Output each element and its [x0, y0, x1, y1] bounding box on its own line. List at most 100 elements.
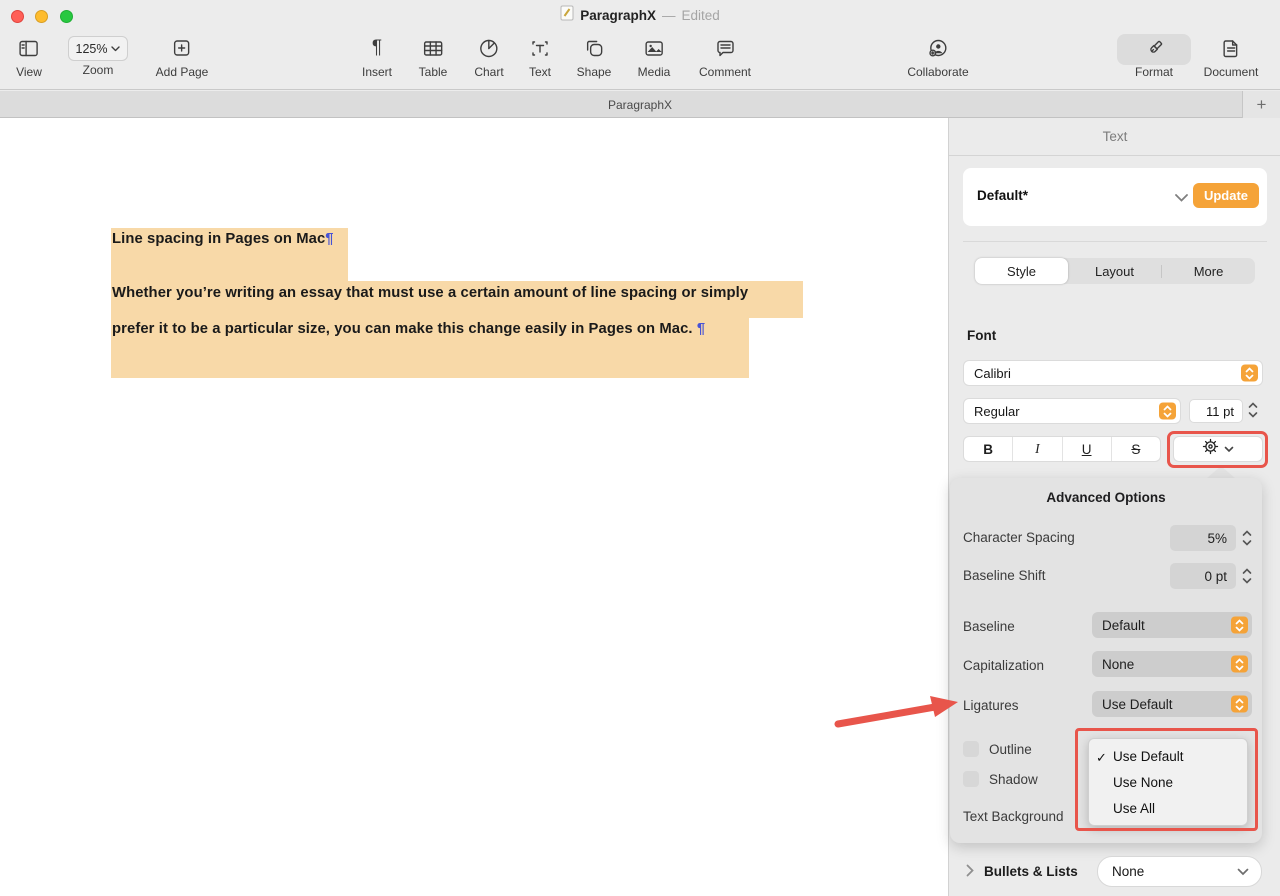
stepper-icon — [1231, 695, 1248, 713]
toolbar-insert-label: Insert — [361, 65, 393, 79]
tab-layout[interactable]: Layout — [1068, 258, 1161, 284]
paragraph-style-card[interactable]: Default* Update — [963, 168, 1267, 226]
font-size-field[interactable]: 11 pt — [1189, 399, 1243, 423]
ligatures-select[interactable]: Use Default — [1092, 691, 1252, 717]
underline-button[interactable]: U — [1063, 437, 1112, 461]
font-section-label: Font — [967, 328, 997, 343]
bold-button[interactable]: B — [964, 437, 1014, 461]
stepper-icon — [1231, 616, 1248, 634]
chevron-down-icon[interactable] — [1175, 189, 1188, 207]
toolbar-document-label: Document — [1203, 65, 1259, 79]
toolbar-format-label: Format — [1134, 65, 1174, 79]
toolbar-media-label: Media — [637, 65, 671, 79]
add-page-icon — [171, 33, 193, 63]
capitalization-label: Capitalization — [963, 658, 1045, 673]
toolbar-zoom-control[interactable]: 125% Zoom — [68, 33, 128, 77]
document-heading-line[interactable]: Line spacing in Pages on Mac¶ — [112, 231, 334, 247]
outline-label: Outline — [989, 742, 1032, 757]
font-family-select[interactable]: Calibri — [963, 360, 1263, 386]
toolbar-text-button[interactable]: Text — [529, 33, 552, 79]
shadow-checkbox[interactable] — [963, 771, 979, 787]
toolbar-media-button[interactable]: Media — [637, 33, 671, 79]
outline-checkbox[interactable] — [963, 741, 979, 757]
toolbar-comment-label: Comment — [698, 65, 752, 79]
update-style-button[interactable]: Update — [1192, 183, 1259, 208]
character-spacing-stepper[interactable] — [1241, 527, 1253, 549]
table-icon — [422, 33, 445, 63]
toolbar-collaborate-label: Collaborate — [907, 65, 969, 79]
popover-title: Advanced Options — [1046, 490, 1166, 505]
character-spacing-field[interactable]: 5% — [1170, 525, 1236, 551]
toolbar-view-label: View — [16, 65, 42, 79]
media-photo-icon — [643, 33, 666, 63]
baseline-shift-stepper[interactable] — [1241, 565, 1253, 587]
shape-icon — [582, 33, 605, 63]
capitalization-select[interactable]: None — [1092, 651, 1252, 677]
insert-pilcrow-icon: ¶ — [371, 37, 383, 58]
disclosure-chevron-icon[interactable] — [966, 864, 974, 882]
sidebar-header-text: Text — [949, 118, 1280, 156]
tab-paragraphx[interactable]: ParagraphX — [0, 91, 1280, 118]
toolbar-collaborate-button[interactable]: Collaborate — [907, 33, 969, 79]
baseline-select[interactable]: Default — [1092, 612, 1252, 638]
edited-status: Edited — [681, 7, 720, 23]
annotation-box-menu — [1075, 728, 1258, 831]
baseline-shift-field[interactable]: 0 pt — [1170, 563, 1236, 589]
toolbar-view-button[interactable]: View — [16, 33, 42, 79]
chevron-down-icon — [111, 45, 121, 51]
ligatures-label: Ligatures — [963, 698, 1019, 713]
text-box-icon — [529, 33, 552, 63]
strikethrough-button[interactable]: S — [1112, 437, 1160, 461]
collaborate-icon — [927, 33, 950, 63]
annotation-box-gear — [1167, 431, 1268, 468]
italic-button[interactable]: I — [1013, 437, 1063, 461]
font-style-buttons: B I U S — [963, 436, 1161, 462]
tab-bar: ParagraphX + — [0, 91, 1280, 118]
toolbar-chart-label: Chart — [474, 65, 504, 79]
window-title-group: ParagraphX — Edited — [0, 0, 1280, 30]
document-file-icon — [560, 5, 574, 26]
toolbar-chart-button[interactable]: Chart — [474, 33, 504, 79]
chevron-down-icon — [1237, 868, 1249, 875]
toolbar-comment-button[interactable]: Comment — [699, 33, 751, 79]
title-separator: — — [662, 7, 676, 23]
toolbar-zoom-label: Zoom — [82, 63, 114, 77]
font-typeface-select[interactable]: Regular — [963, 398, 1181, 424]
format-brush-icon — [1142, 33, 1165, 63]
toolbar-document-button[interactable]: Document — [1203, 33, 1259, 79]
view-icon — [17, 33, 40, 63]
tab-style[interactable]: Style — [975, 258, 1068, 284]
annotation-arrow — [834, 696, 958, 728]
paragraph-style-name: Default* — [977, 188, 1029, 203]
divider — [963, 241, 1267, 242]
stepper-icon — [1231, 655, 1248, 673]
toolbar: View 125% Zoom Add Page ¶ Insert Table C… — [0, 30, 1280, 90]
bullets-lists-select[interactable]: None — [1097, 856, 1262, 887]
pilcrow-mark: ¶ — [325, 231, 334, 247]
stepper-icon — [1241, 364, 1258, 382]
document-page-icon — [1219, 33, 1242, 63]
new-tab-button[interactable]: + — [1242, 91, 1280, 118]
document-body-line-1[interactable]: Whether you’re writing an essay that mus… — [112, 285, 748, 301]
text-background-label: Text Background — [963, 809, 1064, 824]
toolbar-insert-button[interactable]: ¶ Insert — [362, 33, 392, 79]
toolbar-shape-label: Shape — [576, 65, 612, 79]
zoom-level-button[interactable]: 125% — [68, 36, 128, 61]
stepper-icon — [1159, 402, 1176, 420]
tab-more[interactable]: More — [1162, 258, 1255, 284]
toolbar-format-button[interactable]: Format — [1116, 33, 1191, 79]
toolbar-add-page-button[interactable]: Add Page — [155, 33, 209, 79]
toolbar-table-button[interactable]: Table — [419, 33, 447, 79]
pilcrow-mark: ¶ — [696, 321, 706, 337]
toolbar-add-page-label: Add Page — [155, 65, 209, 79]
character-spacing-label: Character Spacing — [963, 530, 1075, 545]
shadow-label: Shadow — [989, 772, 1038, 787]
document-canvas[interactable]: Line spacing in Pages on Mac¶ Whether yo… — [0, 118, 948, 896]
bullets-lists-label: Bullets & Lists — [984, 864, 1078, 879]
toolbar-shape-button[interactable]: Shape — [576, 33, 612, 79]
window-title: ParagraphX — [580, 7, 656, 23]
baseline-label: Baseline — [963, 619, 1015, 634]
document-body-line-2[interactable]: prefer it to be a particular size, you c… — [112, 321, 705, 337]
toolbar-text-label: Text — [528, 65, 551, 79]
font-size-stepper[interactable] — [1247, 399, 1259, 421]
